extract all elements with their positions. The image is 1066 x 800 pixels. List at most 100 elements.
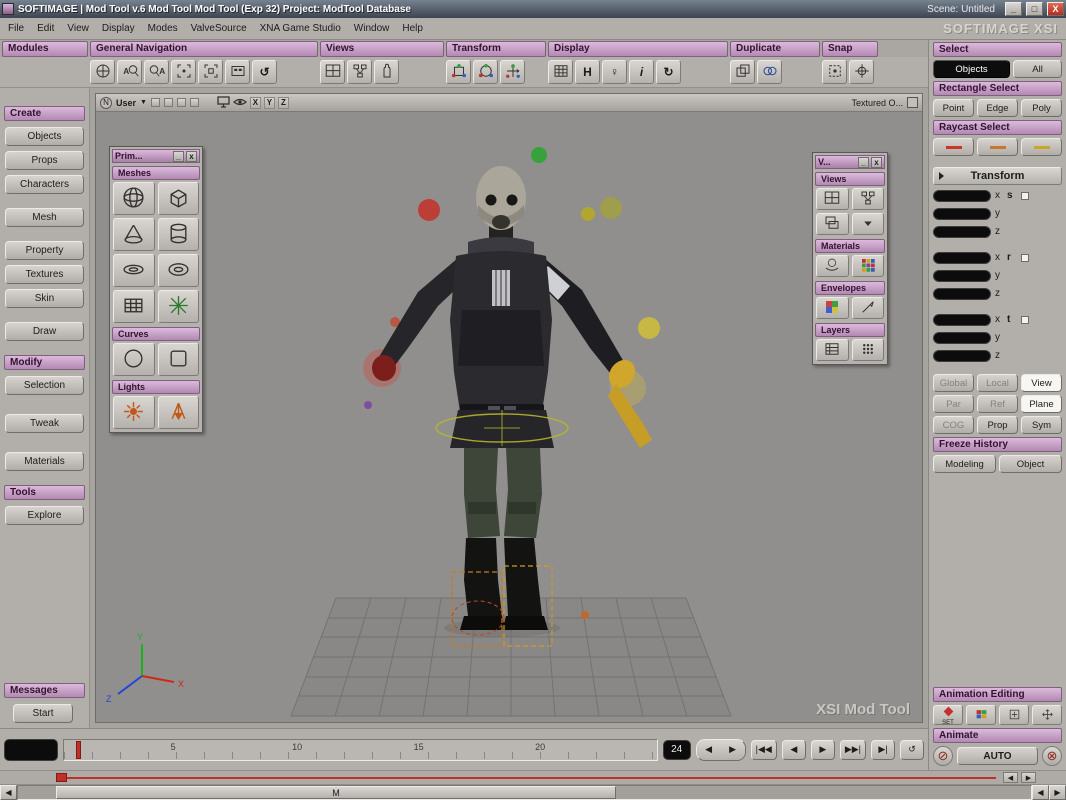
step-back-button[interactable]: ◀ [696, 739, 721, 760]
toolbar-header-general-navigation[interactable]: General Navigation [90, 41, 318, 57]
scroll-right-button[interactable]: ▶ [1049, 785, 1066, 800]
freeze-object-button[interactable]: Object [999, 455, 1062, 473]
timeline-start-display[interactable] [4, 738, 58, 761]
undo-view-button[interactable]: ↺ [252, 60, 277, 84]
palette-minimize-icon[interactable]: _ [173, 150, 184, 162]
instance-button[interactable] [757, 60, 782, 84]
scrollbar-track[interactable]: M [17, 785, 1032, 800]
rotate-tool-button[interactable] [473, 60, 498, 84]
translate-tool-button[interactable] [500, 60, 525, 84]
create-draw-button[interactable]: Draw [5, 322, 84, 341]
zoom-all-button[interactable]: A [144, 60, 169, 84]
scale-z-field[interactable] [933, 225, 991, 238]
loop-button[interactable]: ↺ [900, 739, 924, 760]
raycast-poly-button[interactable] [1021, 138, 1062, 156]
modify-materials-button[interactable]: Materials [5, 452, 84, 471]
figure-display-button[interactable]: ♀ [602, 60, 627, 84]
info-button[interactable]: i [629, 60, 654, 84]
lattice-primitive-button[interactable] [157, 290, 199, 323]
menu-xna-game-studio[interactable]: XNA Game Studio [260, 23, 341, 34]
prop-button[interactable]: Prop [977, 416, 1018, 434]
texture-editor-button[interactable] [851, 255, 884, 277]
point-light-button[interactable] [113, 396, 155, 429]
camera-dropdown-icon[interactable]: ▼ [140, 99, 147, 106]
tools-explore-button[interactable]: Explore [5, 506, 84, 525]
ref-mode-button[interactable]: Ref [977, 395, 1018, 413]
freeze-modeling-button[interactable]: Modeling [933, 455, 996, 473]
rotate-z-field[interactable] [933, 287, 991, 300]
monitor-icon[interactable] [217, 95, 230, 110]
toolbar-header-views[interactable]: Views [320, 41, 444, 57]
messages-start-button[interactable]: Start [13, 704, 73, 723]
go-to-end-button[interactable]: ▶▶| [839, 739, 866, 760]
select-poly-button[interactable]: Poly [1021, 99, 1062, 117]
create-props-button[interactable]: Props [5, 151, 84, 170]
cylinder-primitive-button[interactable] [157, 218, 199, 251]
translate-z-field[interactable] [933, 349, 991, 362]
spot-light-button[interactable] [157, 396, 199, 429]
modify-selection-button[interactable]: Selection [5, 376, 84, 395]
toolbar-header-snap[interactable]: Snap [822, 41, 878, 57]
viewport-resize-icon[interactable] [907, 97, 918, 108]
translate-x-field[interactable] [933, 313, 991, 326]
select-objects-button[interactable]: Objects [933, 60, 1011, 78]
go-to-start-button[interactable]: |◀◀ [750, 739, 777, 760]
snap-button[interactable] [822, 60, 847, 84]
weight-paint-button[interactable] [816, 297, 849, 319]
toolbar-header-display[interactable]: Display [548, 41, 728, 57]
zoom-selection-button[interactable]: A [117, 60, 142, 84]
camera-memo-slot-icon[interactable] [176, 98, 186, 107]
frame-selection-button[interactable] [171, 60, 196, 84]
palette-close-icon[interactable]: x [186, 150, 197, 162]
viewport-id-icon[interactable]: N [100, 96, 112, 109]
scale-lock-toggle[interactable] [1021, 191, 1029, 200]
local-mode-button[interactable]: Local [977, 374, 1018, 392]
retime-button[interactable] [1032, 705, 1062, 725]
toolbar-header-duplicate[interactable]: Duplicate [730, 41, 820, 57]
rotate-group-button[interactable]: r [1007, 252, 1017, 263]
scroll-left-button[interactable]: ◀ [0, 785, 17, 800]
menu-edit[interactable]: Edit [37, 23, 54, 34]
toolbar-header-modules[interactable]: Modules [2, 41, 88, 57]
menu-modes[interactable]: Modes [148, 23, 178, 34]
transform-panel-header[interactable]: Transform [933, 167, 1062, 185]
range-left-button[interactable]: ◀ [1003, 772, 1018, 783]
views-palette-titlebar[interactable]: V... _ x [815, 155, 885, 169]
select-edge-button[interactable]: Edge [977, 99, 1018, 117]
grid-toggle-button[interactable] [548, 60, 573, 84]
cube-primitive-button[interactable] [157, 182, 199, 215]
raycast-point-button[interactable] [933, 138, 974, 156]
snap-target-button[interactable] [849, 60, 874, 84]
axis-lock-z-button[interactable]: Z [277, 96, 289, 109]
disc-primitive-button[interactable] [113, 254, 155, 287]
dope-sheet-button[interactable] [966, 705, 996, 725]
material-editor-button[interactable] [816, 255, 849, 277]
circle-curve-button[interactable] [113, 343, 155, 376]
par-mode-button[interactable]: Par [933, 395, 974, 413]
schematic-view-button[interactable] [347, 60, 372, 84]
rotate-lock-toggle[interactable] [1021, 253, 1029, 262]
palette-minimize-icon[interactable]: _ [858, 156, 869, 168]
scroll-left-end-button[interactable]: ◀ [1032, 785, 1049, 800]
next-key-button[interactable]: ▶| [871, 739, 895, 760]
translate-group-button[interactable]: t [1007, 314, 1017, 325]
refresh-display-button[interactable]: ↻ [656, 60, 681, 84]
translate-y-field[interactable] [933, 331, 991, 344]
scene-3d-view[interactable]: Y X Z [96, 112, 922, 722]
square-curve-button[interactable] [157, 343, 199, 376]
current-frame-field[interactable]: 24 [662, 739, 691, 760]
disable-keying-button[interactable]: ⊘ [933, 746, 953, 766]
hand-tool-button[interactable] [374, 60, 399, 84]
create-objects-button[interactable]: Objects [5, 127, 84, 146]
camera-memo-slot-icon[interactable] [189, 98, 199, 107]
palette-close-icon[interactable]: x [871, 156, 882, 168]
nav-orbit-button[interactable] [90, 60, 115, 84]
global-mode-button[interactable]: Global [933, 374, 974, 392]
range-start-handle[interactable] [56, 773, 67, 782]
layer-options-button[interactable] [851, 339, 884, 361]
open-explorer-button[interactable] [816, 213, 849, 235]
range-track[interactable] [58, 777, 996, 779]
character-model[interactable] [363, 166, 652, 630]
viewport-content[interactable]: Y X Z Prim... _ x Meshes Curves Lights V… [96, 112, 922, 722]
create-mesh-button[interactable]: Mesh [5, 208, 84, 227]
